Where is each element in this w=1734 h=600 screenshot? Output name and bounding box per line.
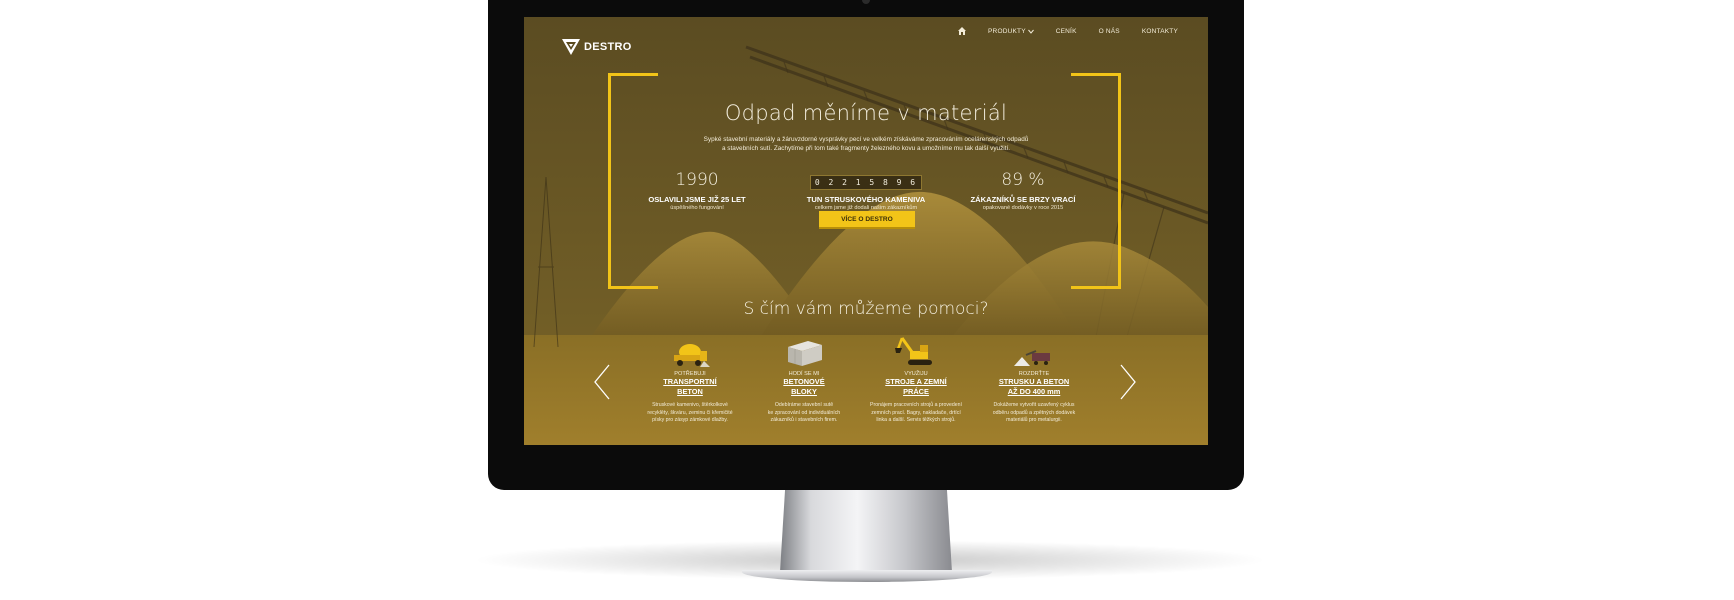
concrete-mixer-icon — [674, 344, 710, 367]
home-icon — [958, 27, 967, 35]
service-name-line[interactable]: STRUSKU A BETON — [976, 377, 1092, 387]
service-name-line[interactable]: TRANSPORTNÍ — [632, 377, 748, 387]
home-link[interactable] — [958, 27, 967, 35]
brand-name: DESTRO — [584, 41, 632, 53]
destro-logo-icon — [562, 39, 580, 55]
service-desc-line: Dokážeme vytvořit uzavřený cyklus — [993, 402, 1075, 408]
hero-subtitle: Sypké stavební materiály a žáruvzdorné v… — [684, 135, 1048, 153]
stat-number: 1990 — [675, 170, 719, 190]
service-desc-line: Struskové kamenivo, štěrkolkové — [652, 402, 728, 408]
stat-label: TUN STRUSKOVÉHO KAMENIVA — [806, 195, 926, 204]
nav-item-o-nas[interactable]: O NÁS — [1099, 28, 1120, 35]
stat-customers: 89 % ZÁKAZNÍKŮ SE BRZY VRACÍ opakované d… — [948, 170, 1098, 211]
stat-years: 1990 OSLAVILI JSME JIŽ 25 LET úspěšného … — [622, 170, 772, 211]
service-desc-line: recyklěty, škváru, zeminu či křemičité — [647, 409, 733, 416]
stat-desc: úspěšného fungování — [670, 205, 724, 211]
service-icon-wrap — [632, 337, 748, 367]
main-navigation: PRODUKTY CENÍK O NÁS KONTAKTY — [958, 27, 1178, 35]
service-desc-line: odběru odpadů a zpětných dodávek — [992, 409, 1076, 416]
carousel-next-arrow-icon[interactable] — [1120, 364, 1136, 400]
service-desc: Struskové kamenivo, štěrkolkové recyklět… — [632, 402, 748, 425]
service-name-line[interactable]: AŽ DO 400 mm — [976, 387, 1092, 397]
service-desc: Dokážeme vytvořit uzavřený cyklus odběru… — [976, 402, 1092, 425]
service-name-line[interactable]: STROJE A ZEMNÍ — [858, 377, 974, 387]
carousel-prev-arrow-icon[interactable] — [594, 364, 610, 400]
hero-subtitle-line: Sypké stavební materiály a žáruvzdorné v… — [703, 136, 1029, 143]
stat-number: 89 % — [1001, 170, 1045, 190]
website-screen: DESTRO PRODUKTY CENÍK O NÁS KONTAKTY Odp… — [524, 17, 1208, 445]
service-name-line[interactable]: BETON — [632, 387, 748, 397]
chevron-down-icon — [1027, 29, 1034, 34]
service-card-crushing[interactable]: ROZDRŤTE STRUSKU A BETON AŽ DO 400 mm Do… — [976, 337, 1092, 425]
service-desc: Odebíráme stavební sutě ke zpracování od… — [746, 402, 862, 425]
concrete-blocks-icon — [788, 341, 822, 366]
nav-item-kontakty[interactable]: KONTAKTY — [1142, 28, 1178, 35]
service-card-concrete-blocks[interactable]: HODÍ SE MI BETONOVÉ BLOKY Odebíráme stav… — [746, 337, 862, 425]
service-name-line[interactable]: PRÁCE — [858, 387, 974, 397]
excavator-icon — [895, 337, 932, 365]
service-name-line[interactable]: BETONOVÉ — [746, 377, 862, 387]
service-desc-line: zákazníků i stavebních firem. — [770, 417, 838, 423]
service-desc-line: ke zpracování od individuálních — [767, 409, 841, 416]
service-card-transport-concrete[interactable]: POTŘEBUJI TRANSPORTNÍ BETON Struskové ka… — [632, 337, 748, 425]
service-desc-line: zemních prací. Bagry, nakladače, drtící — [871, 409, 961, 416]
monitor-stand-base — [742, 570, 992, 582]
monitor-stand — [780, 488, 952, 572]
services-title: S čím vám můžeme pomoci? — [743, 299, 989, 319]
service-desc-line: materiálů pro metalurgii. — [1006, 417, 1062, 423]
nav-item-cenik[interactable]: CENÍK — [1056, 28, 1077, 35]
more-about-destro-button[interactable]: VÍCE O DESTRO — [819, 211, 915, 229]
service-card-machines[interactable]: VYUŽIJU STROJE A ZEMNÍ PRÁCE Pronájem pr… — [858, 337, 974, 425]
service-icon-wrap — [976, 337, 1092, 367]
stat-label: ZÁKAZNÍKŮ SE BRZY VRACÍ — [970, 195, 1076, 204]
hero-title: Odpad měníme v materiál — [724, 101, 1008, 125]
destro-logo[interactable]: DESTRO — [562, 39, 632, 55]
hero-subtitle-line: a stavebních sutí. Zachytíme při tom tak… — [721, 145, 1011, 152]
service-name-line[interactable]: BLOKY — [746, 387, 862, 397]
service-desc-line: písky pro zásyp zámkové dlažby. — [652, 417, 728, 423]
stat-label: OSLAVILI JSME JIŽ 25 LET — [648, 195, 746, 204]
stat-desc: opakované dodávky v roce 2015 — [982, 205, 1064, 211]
service-desc: Pronájem pracovních strojů a provedení z… — [858, 402, 974, 425]
service-desc-line: linka a další. Servis těžkých strojů. — [876, 417, 956, 423]
tons-counter: 0 2 2 1 5 8 9 6 — [809, 175, 923, 190]
service-desc-line: Odebíráme stavební sutě — [774, 402, 834, 408]
stat-counter-wrap: 0 2 2 1 5 8 9 6 — [791, 170, 941, 192]
stat-tons: 0 2 2 1 5 8 9 6 TUN STRUSKOVÉHO KAMENIVA… — [791, 170, 941, 211]
nav-item-label: PRODUKTY — [988, 27, 1026, 35]
service-icon-wrap — [858, 337, 974, 367]
crusher-icon — [1014, 350, 1050, 366]
service-icon-wrap — [746, 337, 862, 367]
service-desc-line: Pronájem pracovních strojů a provedení — [870, 402, 962, 408]
nav-item-produkty[interactable]: PRODUKTY — [988, 28, 1034, 35]
